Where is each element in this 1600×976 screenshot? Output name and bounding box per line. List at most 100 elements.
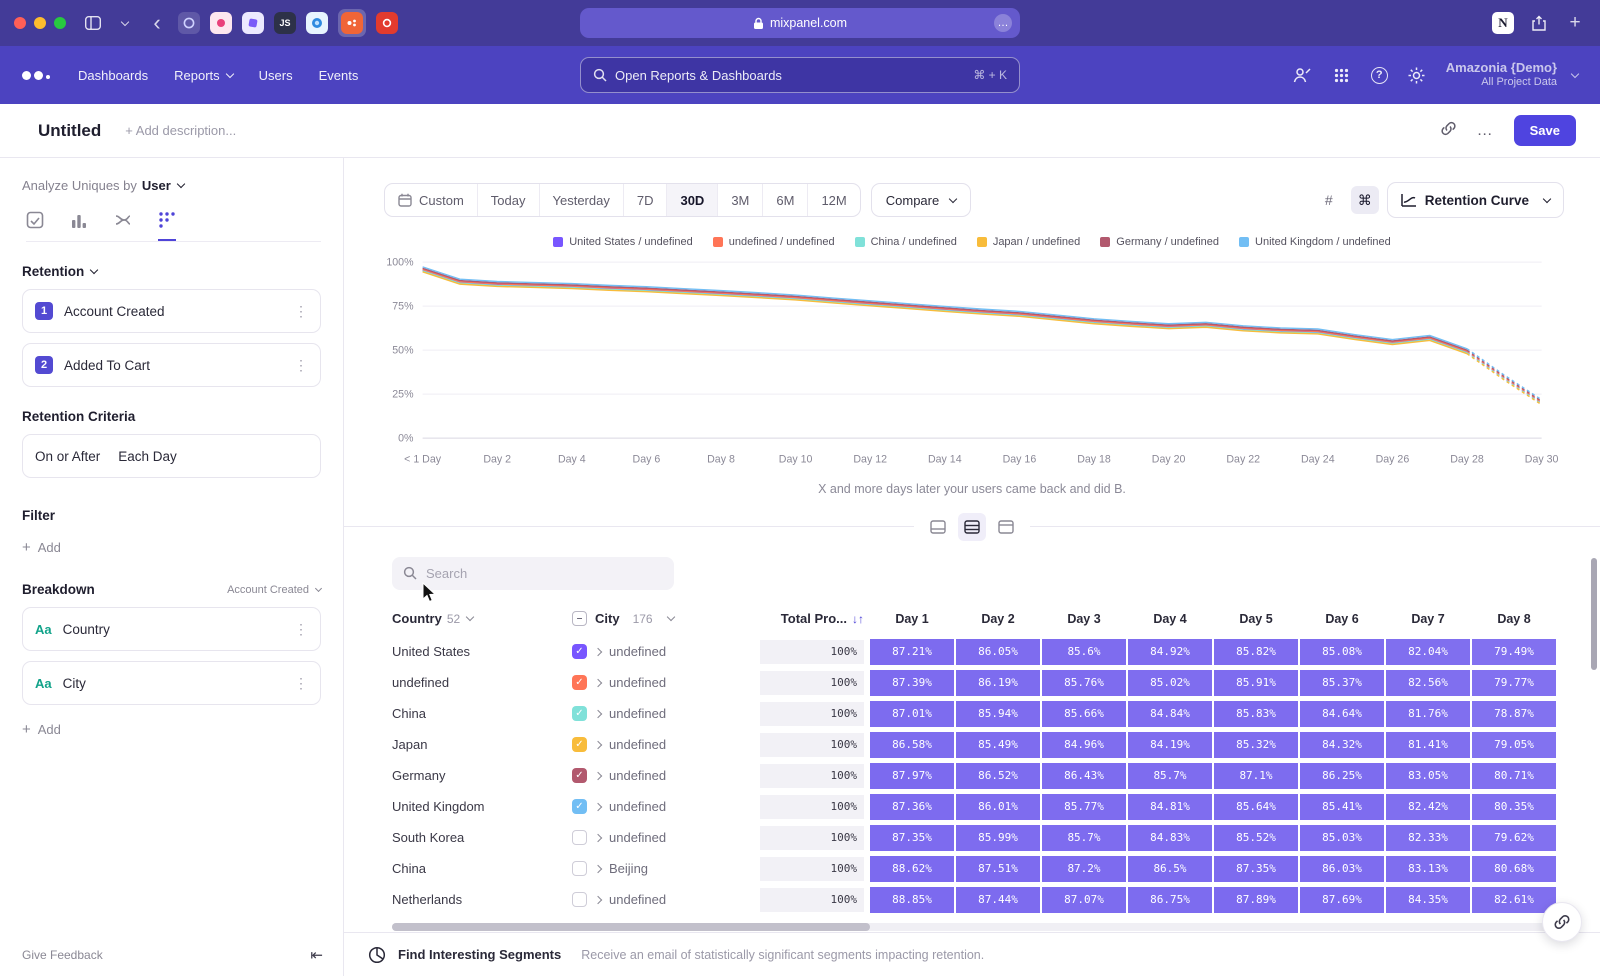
retention-value-cell[interactable]: 80.35% [1472,794,1556,820]
notion-extension-icon[interactable]: N [1492,12,1514,34]
retention-value-cell[interactable]: 82.56% [1386,670,1470,696]
series-line-incomplete[interactable] [1467,349,1542,400]
share-link-fab[interactable] [1542,902,1582,942]
retention-step-card[interactable]: 1Account Created⋮ [22,289,321,333]
table-row[interactable]: Germany✓undefined100%87.97%86.52%86.43%8… [392,761,1600,791]
retention-value-cell[interactable]: 85.94% [956,701,1040,727]
criteria-each-day[interactable]: Each Day [118,449,177,464]
retention-value-cell[interactable]: 87.69% [1300,887,1384,913]
retention-value-cell[interactable]: 86.19% [956,670,1040,696]
add-breakdown-button[interactable]: + Add [22,721,321,738]
retention-value-cell[interactable]: 79.77% [1472,670,1556,696]
legend-item[interactable]: Germany / undefined [1100,236,1219,248]
row-checkbox[interactable]: ✓ [572,768,587,783]
retention-value-cell[interactable]: 85.77% [1042,794,1126,820]
retention-value-cell[interactable]: 79.49% [1472,639,1556,665]
date-range-30d[interactable]: 30D [666,184,717,216]
table-row[interactable]: Japan✓undefined100%86.58%85.49%84.96%84.… [392,730,1600,760]
view-compact-icon[interactable] [924,513,952,541]
retention-value-cell[interactable]: 87.2% [1042,856,1126,882]
sort-icon[interactable]: ↓↑ [852,612,864,626]
date-range-6m[interactable]: 6M [762,184,807,216]
tab-flows[interactable] [114,211,132,241]
date-range-7d[interactable]: 7D [623,184,667,216]
row-checkbox[interactable] [572,861,587,876]
table-search-input[interactable]: Search [392,557,674,590]
retention-value-cell[interactable]: 81.76% [1386,701,1470,727]
project-switcher[interactable]: Amazonia {Demo} All Project Data [1446,60,1578,90]
give-feedback-link[interactable]: Give Feedback [22,948,103,962]
chevron-down-icon[interactable] [114,12,136,34]
series-line-incomplete[interactable] [1467,350,1542,401]
tab-funnels[interactable] [70,211,88,241]
retention-value-cell[interactable]: 81.41% [1386,732,1470,758]
nav-item-reports[interactable]: Reports [174,68,233,83]
tab-favicon-4[interactable]: JS [274,12,296,34]
retention-section-heading[interactable]: Retention [22,264,321,279]
retention-value-cell[interactable]: 84.32% [1300,732,1384,758]
retention-value-cell[interactable]: 87.21% [870,639,954,665]
retention-value-cell[interactable]: 87.89% [1214,887,1298,913]
retention-value-cell[interactable]: 85.99% [956,825,1040,851]
legend-item[interactable]: undefined / undefined [713,236,835,248]
day-column-header[interactable]: Day 3 [1042,612,1126,626]
retention-value-cell[interactable]: 87.01% [870,701,954,727]
gear-icon[interactable] [1406,64,1428,86]
retention-value-cell[interactable]: 85.91% [1214,670,1298,696]
kebab-menu-icon[interactable]: ⋮ [294,303,308,320]
share-icon[interactable] [1528,12,1550,34]
date-range-today[interactable]: Today [477,184,539,216]
retention-value-cell[interactable]: 87.07% [1042,887,1126,913]
retention-value-cell[interactable]: 84.19% [1128,732,1212,758]
add-description-link[interactable]: + Add description... [125,123,236,138]
retention-value-cell[interactable]: 86.25% [1300,763,1384,789]
retention-value-cell[interactable]: 85.66% [1042,701,1126,727]
retention-value-cell[interactable]: 84.64% [1300,701,1384,727]
retention-value-cell[interactable]: 80.68% [1472,856,1556,882]
tab-favicon-1[interactable] [178,12,200,34]
retention-step-card[interactable]: 2Added To Cart⋮ [22,343,321,387]
table-row[interactable]: undefined✓undefined100%87.39%86.19%85.76… [392,668,1600,698]
retention-value-cell[interactable]: 84.84% [1128,701,1212,727]
retention-value-cell[interactable]: 85.37% [1300,670,1384,696]
retention-value-cell[interactable]: 84.96% [1042,732,1126,758]
day-column-header[interactable]: Day 6 [1300,612,1384,626]
retention-value-cell[interactable]: 87.97% [870,763,954,789]
retention-value-cell[interactable]: 86.01% [956,794,1040,820]
legend-item[interactable]: China / undefined [855,236,957,248]
sidebar-toggle-icon[interactable] [82,12,104,34]
retention-value-cell[interactable]: 85.08% [1300,639,1384,665]
retention-value-cell[interactable]: 82.33% [1386,825,1470,851]
row-checkbox[interactable]: ✓ [572,675,587,690]
compare-button[interactable]: Compare [871,183,971,217]
legend-item[interactable]: Japan / undefined [977,236,1080,248]
retention-value-cell[interactable]: 87.39% [870,670,954,696]
date-range-12m[interactable]: 12M [807,184,859,216]
retention-value-cell[interactable]: 79.05% [1472,732,1556,758]
total-column-header[interactable]: Total Pro... ↓↑ [760,611,864,626]
horizontal-scrollbar-thumb[interactable] [392,923,870,931]
nav-item-events[interactable]: Events [319,68,359,83]
retention-value-cell[interactable]: 87.35% [870,825,954,851]
mixpanel-logo[interactable] [22,71,50,80]
table-row[interactable]: United Kingdom✓undefined100%87.36%86.01%… [392,792,1600,822]
retention-value-cell[interactable]: 86.52% [956,763,1040,789]
breakdown-card[interactable]: AaCity⋮ [22,661,321,705]
day-column-header[interactable]: Day 5 [1214,612,1298,626]
help-icon[interactable]: ? [1371,67,1388,84]
row-checkbox[interactable]: ✓ [572,799,587,814]
shortcut-icon[interactable]: ⌘ [1351,186,1379,214]
day-column-header[interactable]: Day 8 [1472,612,1556,626]
retention-value-cell[interactable]: 86.43% [1042,763,1126,789]
address-bar[interactable]: mixpanel.com … [580,8,1020,38]
retention-value-cell[interactable]: 85.52% [1214,825,1298,851]
kebab-menu-icon[interactable]: ⋮ [294,621,308,638]
more-options-icon[interactable]: … [1477,122,1494,140]
retention-value-cell[interactable]: 87.44% [956,887,1040,913]
retention-value-cell[interactable]: 82.42% [1386,794,1470,820]
kebab-menu-icon[interactable]: ⋮ [294,357,308,374]
criteria-on-or-after[interactable]: On or After [35,449,100,464]
expand-row-icon[interactable] [594,895,602,903]
retention-value-cell[interactable]: 84.35% [1386,887,1470,913]
retention-value-cell[interactable]: 86.03% [1300,856,1384,882]
